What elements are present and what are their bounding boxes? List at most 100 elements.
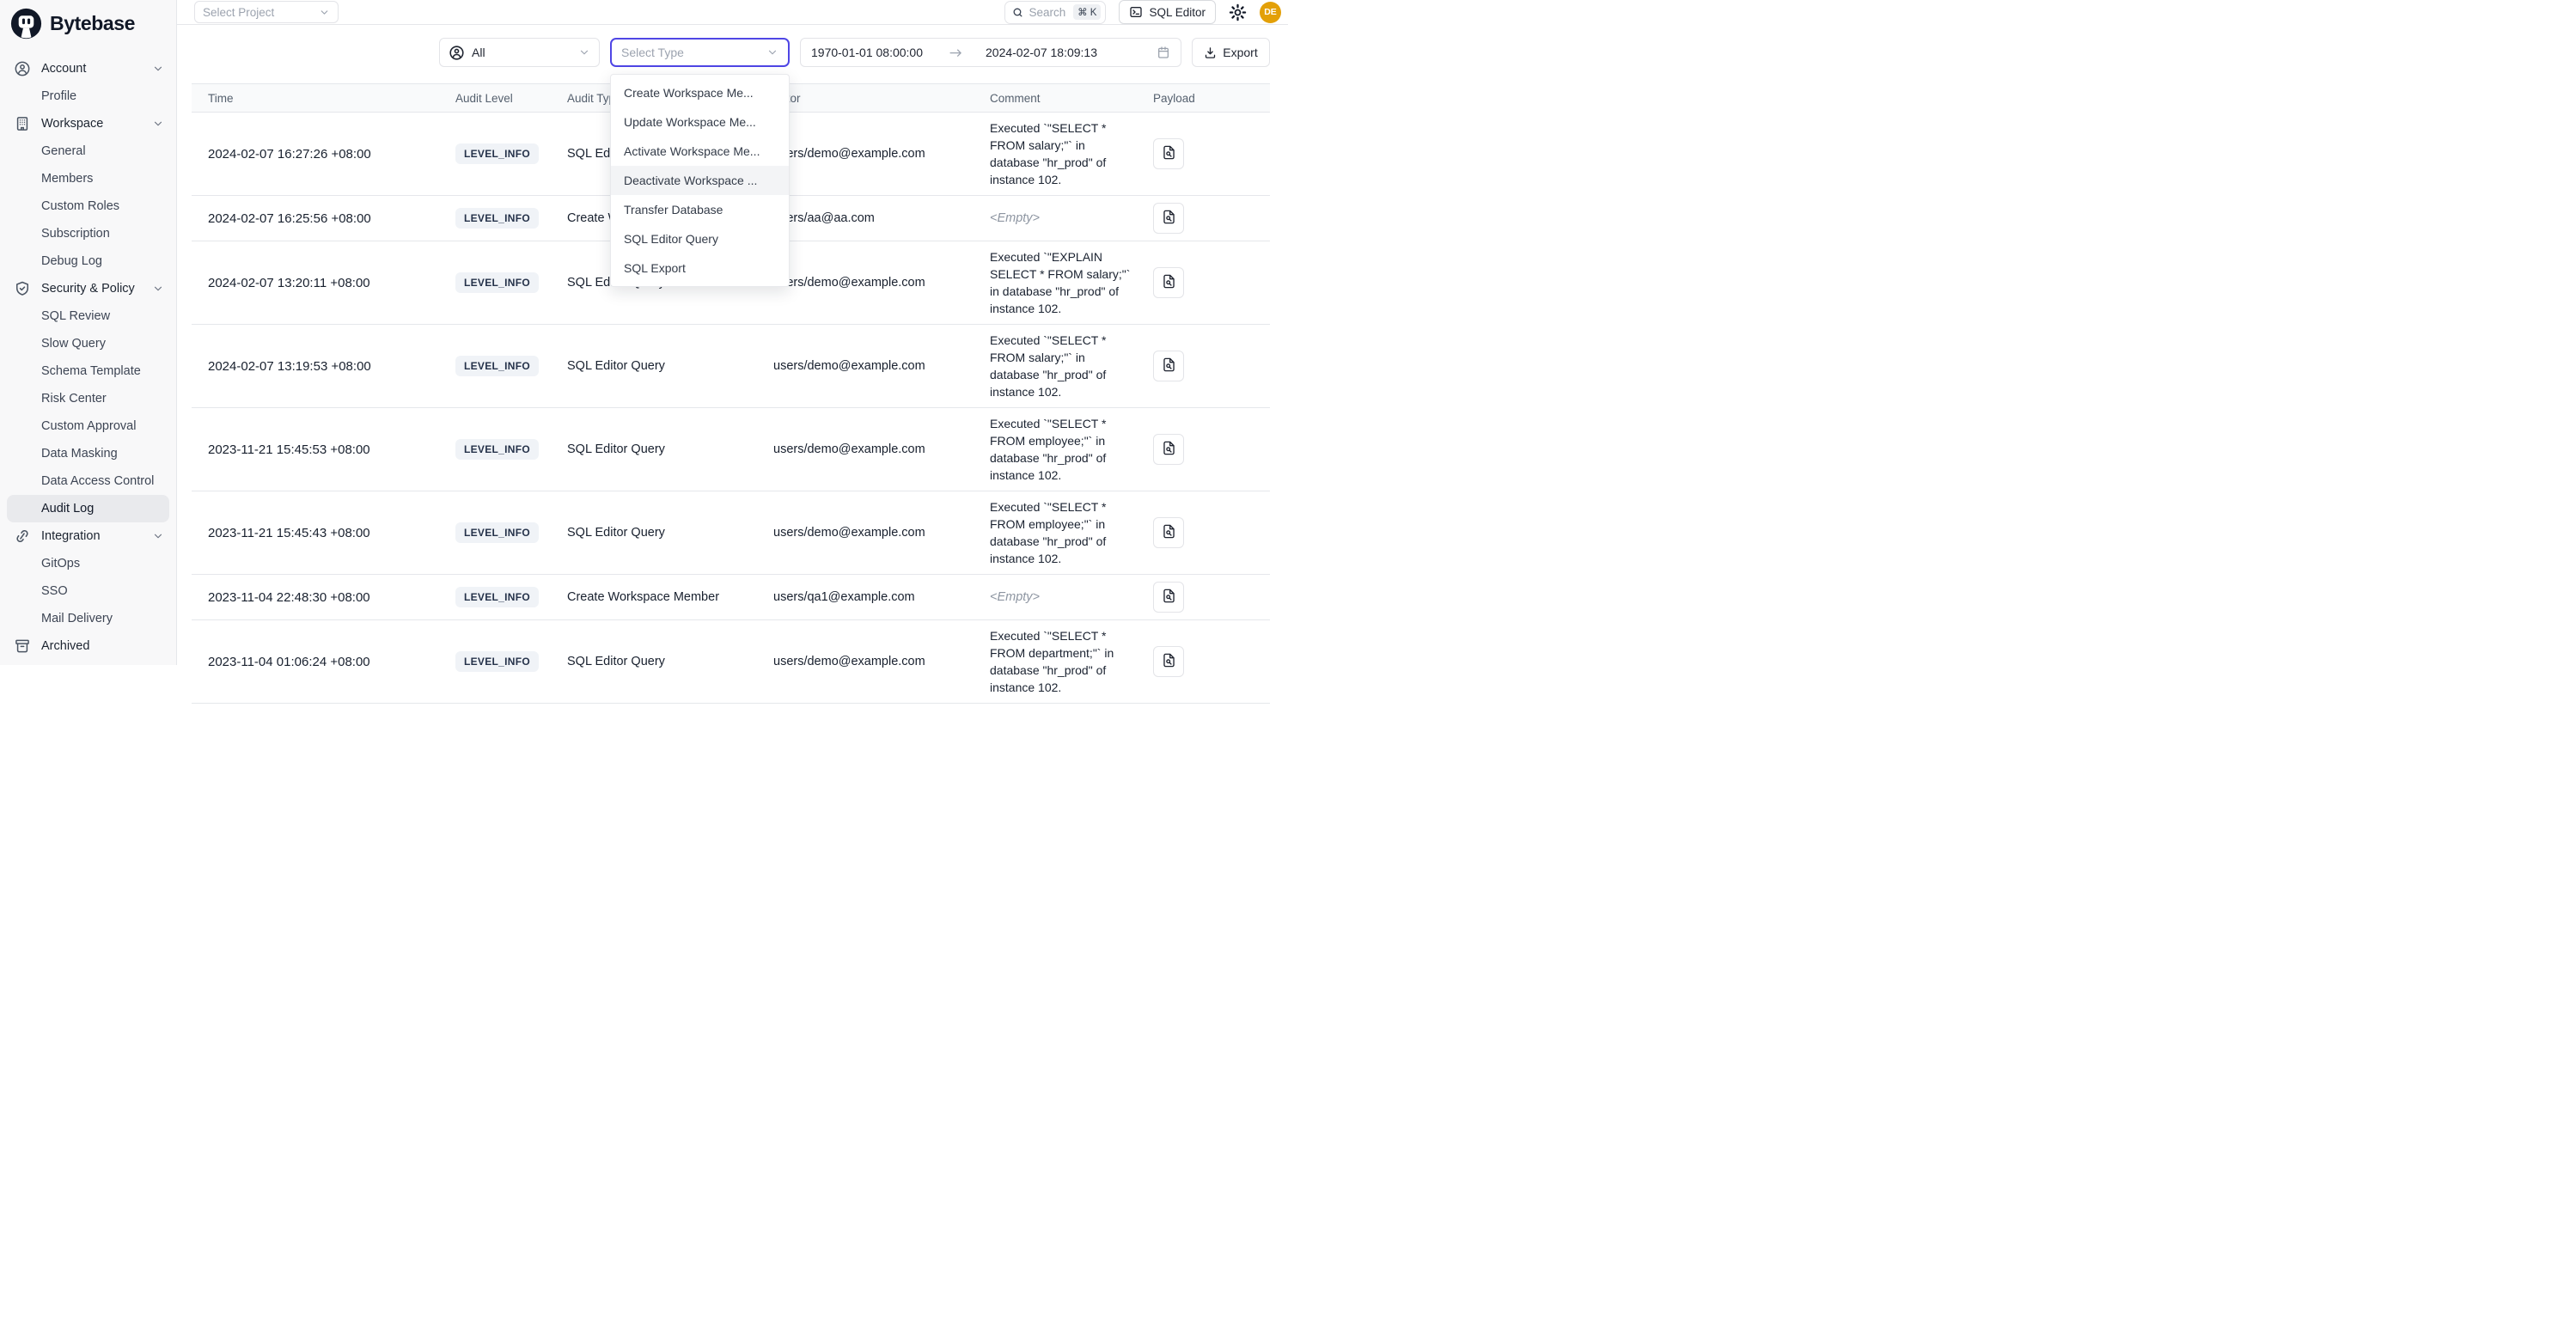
cell-actor: users/demo@example.com [773, 269, 990, 296]
payload-view-button[interactable] [1153, 434, 1184, 465]
brand-logo[interactable]: Bytebase [0, 0, 176, 48]
file-search-icon [1161, 273, 1177, 292]
audit-level-badge: LEVEL_INFO [455, 522, 539, 543]
chevron-down-icon [578, 46, 590, 58]
file-search-icon [1161, 209, 1177, 228]
sidebar-item-account[interactable]: Account [0, 55, 176, 82]
sidebar-item-workspace[interactable]: Workspace [0, 110, 176, 137]
project-select[interactable]: Select Project [194, 1, 339, 23]
arrow-right-icon [949, 46, 963, 58]
sidebar-item-custom-approval[interactable]: Custom Approval [0, 412, 176, 440]
column-header-payload: Payload [1153, 92, 1270, 105]
audit-level-badge: LEVEL_INFO [455, 356, 539, 376]
sidebar-item-schema-template[interactable]: Schema Template [0, 357, 176, 385]
chevron-down-icon [152, 530, 164, 542]
cell-time: 2023-11-21 15:45:53 +08:00 [192, 436, 455, 464]
sidebar-item-security-policy[interactable]: Security & Policy [0, 275, 176, 302]
sql-editor-label: SQL Editor [1149, 6, 1206, 19]
date-range-picker[interactable]: 1970-01-01 08:00:00 2024-02-07 18:09:13 [800, 38, 1181, 67]
sidebar-item-integration[interactable]: Integration [0, 522, 176, 550]
cell-comment: Executed `"SELECT * FROM department;"` i… [990, 620, 1153, 703]
menu-item-deactivate-workspace[interactable]: Deactivate Workspace ... [611, 166, 789, 195]
sidebar-item-members[interactable]: Members [0, 165, 176, 192]
export-button[interactable]: Export [1192, 38, 1270, 67]
payload-view-button[interactable] [1153, 582, 1184, 613]
cell-comment: Executed `"SELECT * FROM employee;"` in … [990, 491, 1153, 574]
sidebar-item-risk-center[interactable]: Risk Center [0, 385, 176, 412]
cell-audit-type: Create Workspace Member [567, 583, 773, 611]
payload-view-button[interactable] [1153, 138, 1184, 169]
avatar[interactable]: DE [1260, 2, 1281, 23]
sidebar-item-sso[interactable]: SSO [0, 577, 176, 605]
menu-item-create-workspace-me[interactable]: Create Workspace Me... [611, 78, 789, 107]
topbar: Select Project Search ⌘ K SQL [177, 0, 1288, 25]
sidebar-item-debug-log[interactable]: Debug Log [0, 247, 176, 275]
file-search-icon [1161, 588, 1177, 607]
menu-item-transfer-database[interactable]: Transfer Database [611, 195, 789, 224]
cell-time: 2023-11-04 22:48:30 +08:00 [192, 583, 455, 612]
table-row: 2023-11-04 01:06:24 +08:00LEVEL_INFOSQL … [192, 620, 1270, 704]
search-icon [1012, 7, 1023, 18]
sidebar-item-label: Debug Log [41, 254, 102, 268]
sidebar-item-audit-log[interactable]: Audit Log [7, 495, 169, 522]
payload-view-button[interactable] [1153, 267, 1184, 298]
cell-comment: <Empty> [990, 582, 1153, 613]
payload-view-button[interactable] [1153, 646, 1184, 677]
audit-level-badge: LEVEL_INFO [455, 587, 539, 607]
cell-audit-level: LEVEL_INFO [455, 265, 567, 300]
actor-filter-select[interactable]: All [439, 38, 600, 67]
payload-view-button[interactable] [1153, 517, 1184, 548]
sidebar-item-profile[interactable]: Profile [0, 82, 176, 110]
sidebar-item-label: Account [41, 62, 86, 76]
payload-view-button[interactable] [1153, 203, 1184, 234]
audit-level-badge: LEVEL_INFO [455, 651, 539, 672]
actor-filter-value: All [472, 46, 485, 59]
sql-editor-button[interactable]: SQL Editor [1119, 0, 1216, 24]
cell-actor: users/demo@example.com [773, 648, 990, 675]
settings-gear-icon[interactable] [1229, 3, 1247, 21]
sidebar-item-label: General [41, 144, 86, 158]
menu-item-sql-editor-query[interactable]: SQL Editor Query [611, 224, 789, 253]
building-icon [14, 115, 31, 132]
cell-actor: users/demo@example.com [773, 519, 990, 546]
bytebase-logo-icon [10, 8, 42, 40]
payload-view-button[interactable] [1153, 351, 1184, 381]
sidebar-item-label: Data Access Control [41, 474, 154, 488]
cell-audit-type: SQL Editor Query [567, 352, 773, 380]
chevron-down-icon [152, 283, 164, 295]
file-search-icon [1161, 440, 1177, 459]
sidebar-item-mail-delivery[interactable]: Mail Delivery [0, 605, 176, 632]
menu-item-update-workspace-me[interactable]: Update Workspace Me... [611, 107, 789, 137]
cell-actor: users/demo@example.com [773, 436, 990, 463]
sidebar-item-slow-query[interactable]: Slow Query [0, 330, 176, 357]
chevron-down-icon [152, 63, 164, 75]
cell-audit-level: LEVEL_INFO [455, 432, 567, 467]
menu-item-activate-workspace-me[interactable]: Activate Workspace Me... [611, 137, 789, 166]
table-row: 2024-02-07 13:19:53 +08:00LEVEL_INFOSQL … [192, 325, 1270, 408]
sidebar-item-archived[interactable]: Archived [0, 632, 176, 660]
user-circle-icon [449, 45, 465, 61]
project-select-placeholder: Select Project [203, 6, 274, 19]
sidebar-item-general[interactable]: General [0, 137, 176, 165]
sidebar-item-sql-review[interactable]: SQL Review [0, 302, 176, 330]
cell-time: 2023-11-04 01:06:24 +08:00 [192, 648, 455, 676]
sidebar-item-gitops[interactable]: GitOps [0, 550, 176, 577]
cell-payload [1153, 344, 1270, 388]
sidebar-item-custom-roles[interactable]: Custom Roles [0, 192, 176, 220]
sidebar-item-subscription[interactable]: Subscription [0, 220, 176, 247]
audit-level-badge: LEVEL_INFO [455, 439, 539, 460]
chevron-down-icon [319, 7, 330, 18]
menu-item-sql-export[interactable]: SQL Export [611, 253, 789, 283]
sidebar-item-label: Subscription [41, 227, 110, 241]
sidebar-item-data-access-control[interactable]: Data Access Control [0, 467, 176, 495]
sidebar-item-label: SQL Review [41, 309, 110, 323]
sidebar-item-label: Custom Approval [41, 419, 136, 433]
search-input[interactable]: Search ⌘ K [1004, 1, 1106, 24]
sidebar-nav: AccountProfileWorkspaceGeneralMembersCus… [0, 48, 176, 660]
sidebar-item-label: Integration [41, 529, 101, 543]
sidebar-item-data-masking[interactable]: Data Masking [0, 440, 176, 467]
audit-type-filter-select[interactable]: Select Type [610, 38, 790, 67]
table-row: 2023-11-21 15:45:43 +08:00LEVEL_INFOSQL … [192, 491, 1270, 575]
shield-icon [14, 280, 31, 297]
sidebar: Bytebase Account ProfileWorkspace General M… [0, 0, 177, 665]
